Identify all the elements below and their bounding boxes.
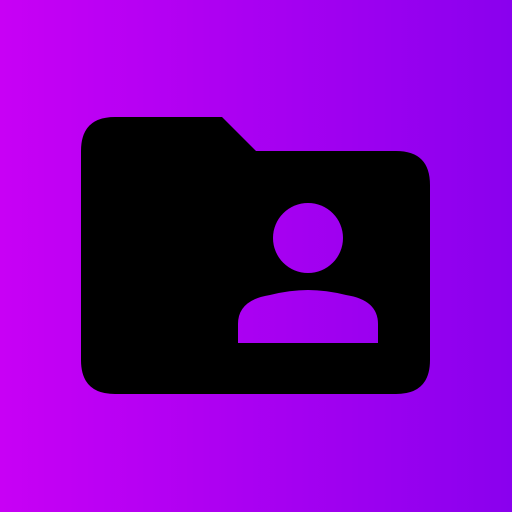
folder-shared-icon	[81, 117, 430, 394]
person-head	[273, 203, 343, 273]
folder-shape	[81, 117, 430, 394]
person-body	[238, 290, 378, 343]
icon-background	[0, 0, 512, 512]
